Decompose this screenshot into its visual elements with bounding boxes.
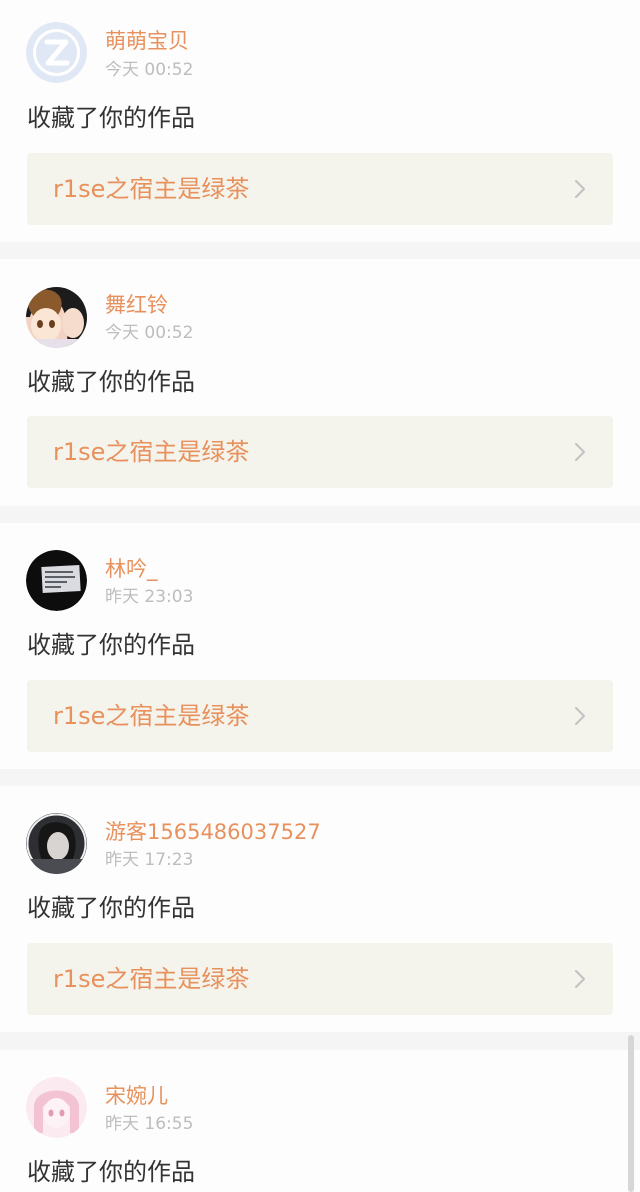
work-link[interactable]: r1se之宿主是绿茶 <box>27 153 613 225</box>
scrollbar[interactable] <box>628 1035 634 1192</box>
username[interactable]: 舞红铃 <box>105 293 168 317</box>
username[interactable]: 宋婉儿 <box>105 1084 168 1108</box>
notification-feed: 萌萌宝贝 今天 00:52 收藏了你的作品 r1se之宿主是绿茶 舞红铃 今天 <box>0 0 640 1192</box>
work-link[interactable]: r1se之宿主是绿茶 <box>27 943 613 1015</box>
chevron-right-icon <box>574 179 586 199</box>
timestamp: 今天 00:52 <box>105 323 194 343</box>
timestamp: 昨天 17:23 <box>105 850 194 870</box>
work-title: r1se之宿主是绿茶 <box>53 175 250 203</box>
notification-card: 舞红铃 今天 00:52 收藏了你的作品 r1se之宿主是绿茶 <box>0 259 640 506</box>
username[interactable]: 萌萌宝贝 <box>105 29 189 53</box>
username[interactable]: 林吟_ <box>105 557 158 581</box>
default-avatar-icon[interactable] <box>26 22 87 83</box>
action-text: 收藏了你的作品 <box>27 631 195 659</box>
work-link[interactable]: r1se之宿主是绿茶 <box>27 680 613 752</box>
work-title: r1se之宿主是绿茶 <box>53 702 250 730</box>
dark-phone-avatar[interactable] <box>26 550 87 611</box>
timestamp: 今天 00:52 <box>105 60 194 80</box>
work-title: r1se之宿主是绿茶 <box>53 438 250 466</box>
work-title: r1se之宿主是绿茶 <box>53 965 250 993</box>
chevron-right-icon <box>574 969 586 989</box>
notification-card: 宋婉儿 昨天 16:55 收藏了你的作品 <box>0 1050 640 1192</box>
notification-card: 林吟_ 昨天 23:03 收藏了你的作品 r1se之宿主是绿茶 <box>0 523 640 769</box>
notification-card: 游客1565486037527 昨天 17:23 收藏了你的作品 r1se之宿主… <box>0 786 640 1032</box>
girl-portrait-avatar[interactable] <box>26 813 87 874</box>
work-link[interactable]: r1se之宿主是绿茶 <box>27 416 613 488</box>
chevron-right-icon <box>574 706 586 726</box>
pink-anime-girl-avatar[interactable] <box>26 1077 87 1138</box>
anime-two-girls-avatar[interactable] <box>26 287 87 348</box>
action-text: 收藏了你的作品 <box>27 104 195 132</box>
action-text: 收藏了你的作品 <box>27 894 195 922</box>
notification-card: 萌萌宝贝 今天 00:52 收藏了你的作品 r1se之宿主是绿茶 <box>0 0 640 242</box>
chevron-right-icon <box>574 442 586 462</box>
action-text: 收藏了你的作品 <box>27 368 195 396</box>
timestamp: 昨天 23:03 <box>105 587 194 607</box>
action-text: 收藏了你的作品 <box>27 1158 195 1186</box>
timestamp: 昨天 16:55 <box>105 1114 194 1134</box>
username[interactable]: 游客1565486037527 <box>105 820 321 844</box>
